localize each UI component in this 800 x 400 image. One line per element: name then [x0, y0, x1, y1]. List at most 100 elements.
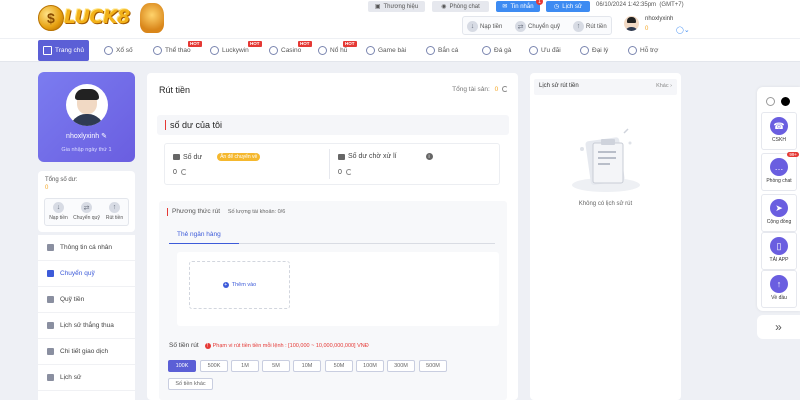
refresh-icon[interactable]: [502, 86, 508, 92]
brand-button[interactable]: ▣ Thương hiệu: [368, 1, 425, 12]
divider: [329, 149, 330, 179]
transfer-button[interactable]: ⇄ Chuyển quỹ: [515, 20, 560, 33]
cards-icon: [366, 46, 375, 55]
nav-luckywin[interactable]: Luckywin: [210, 39, 249, 62]
empty-document-icon: [572, 128, 640, 192]
back-to-top-button[interactable]: ↑ Về đầu: [761, 270, 797, 308]
amount-chip-500k[interactable]: 500K: [200, 360, 228, 372]
fund-icon: [47, 296, 54, 303]
quick-transfer-button[interactable]: ⇄ Chuyển quỹ: [73, 202, 100, 221]
join-day-text: Gia nhập ngày thứ 1: [61, 147, 112, 153]
amount-chip-500m[interactable]: 500M: [419, 360, 447, 372]
download-app-button[interactable]: ▯ TẢI APP: [761, 232, 797, 270]
total-assets-value: 0: [494, 86, 499, 93]
plus-icon: +: [222, 282, 229, 288]
luckywin-icon: [210, 46, 219, 55]
hot-badge: HOT: [188, 41, 202, 47]
empty-history-text: Không có lịch sử rút: [578, 201, 633, 207]
amount-chip-50m[interactable]: 50M: [325, 360, 353, 372]
sidebar-item-transactions[interactable]: Chi tiết giao dịch: [38, 339, 135, 365]
lion-mascot-icon: [140, 3, 164, 33]
sidebar-item-profile[interactable]: Thông tin cá nhân: [38, 235, 135, 261]
sidebar-item-history[interactable]: Lịch sử: [38, 365, 135, 391]
logo[interactable]: LUCK8: [36, 3, 164, 35]
total-assets: Tổng tài sản: 0: [452, 86, 508, 93]
user-menu-chevron-icon[interactable]: ◯⌄: [676, 26, 690, 34]
add-bank-card-button[interactable]: + Thêm vào: [189, 261, 290, 309]
coin-logo-icon: [38, 5, 64, 31]
nav-support[interactable]: Hỗ trợ: [628, 39, 658, 62]
withdraw-method-title: Phương thức rút: [172, 208, 221, 215]
nav-promotions[interactable]: Ưu đãi: [529, 39, 561, 62]
withdraw-amount-label: Số tiền rút: [169, 342, 199, 349]
account-actions: ↓ Nạp tiền ⇄ Chuyển quỹ ↑ Rút tiền: [462, 16, 612, 35]
history-button[interactable]: ◷ Lịch sử: [546, 1, 590, 12]
nav-lottery[interactable]: Xổ số: [104, 39, 133, 62]
info-icon[interactable]: i: [425, 153, 433, 160]
nav-agent[interactable]: Đại lý: [580, 39, 608, 62]
history-icon: [47, 374, 54, 381]
withdraw-icon: ↑: [109, 202, 120, 213]
total-balance-label: Tổng số dư:: [45, 177, 78, 183]
avatar[interactable]: [66, 84, 108, 126]
tab-bank-card[interactable]: Thẻ ngân hàng: [177, 231, 221, 238]
refresh-icon[interactable]: [345, 169, 352, 175]
my-balance-header: số dư của tôi: [157, 115, 509, 135]
message-count-badge: 1: [536, 0, 543, 5]
nav-fishing[interactable]: Bắn cá: [426, 39, 458, 62]
transfer-icon: [47, 270, 54, 277]
list-icon: [47, 348, 54, 355]
quick-actions: ↓ Nạp tiền ⇄ Chuyển quỹ ↑ Rút tiền: [44, 198, 129, 226]
amount-chip-5m[interactable]: 5M: [262, 360, 290, 372]
transfer-icon: ⇄: [515, 21, 526, 32]
amount-chip-300m[interactable]: 300M: [387, 360, 415, 372]
wallet-icon: [173, 154, 180, 160]
sidebar-item-fund[interactable]: Quỹ tiền: [38, 287, 135, 313]
community-button[interactable]: ➤ Cộng đồng: [761, 194, 797, 232]
deposit-button[interactable]: ↓ Nạp tiền: [467, 20, 502, 33]
nav-sports[interactable]: Thể thao: [153, 39, 191, 62]
other-amount-chip[interactable]: Số tiền khác: [168, 378, 213, 390]
transfer-icon: ⇄: [81, 202, 92, 213]
nav-home[interactable]: Trang chủ: [38, 40, 90, 61]
quick-withdraw-button[interactable]: ↑ Rút tiền: [101, 202, 128, 221]
edit-pencil-icon[interactable]: ✎: [101, 133, 107, 140]
chat-icon: …: [770, 158, 788, 176]
side-menu: Thông tin cá nhân Chuyển quỹ Quỹ tiền Lị…: [38, 235, 135, 400]
nav-casino[interactable]: Casino: [269, 39, 301, 62]
balance-label: Số dư: [183, 153, 203, 161]
transfer-back-button[interactable]: Ấn để chuyển về: [217, 153, 261, 161]
nav-card-games[interactable]: Game bài: [366, 39, 406, 62]
chat-room-float-button[interactable]: … Phòng chat 99+: [761, 152, 799, 191]
rooster-icon: [482, 46, 491, 55]
hot-badge: HOT: [248, 41, 262, 47]
sidebar-item-transfer[interactable]: Chuyển quỹ: [38, 261, 135, 287]
history-icon: ◷: [554, 4, 560, 10]
fish-icon: [426, 46, 435, 55]
withdraw-button[interactable]: ↑ Rút tiền: [573, 20, 607, 33]
refresh-icon[interactable]: [180, 169, 187, 175]
telegram-icon: ➤: [770, 199, 788, 217]
bank-count-value: 0/6: [277, 209, 286, 215]
customer-support-button[interactable]: ☎ CSKH: [761, 112, 797, 150]
sidebar-item-win-loss[interactable]: Lịch sử thắng thua: [38, 313, 135, 339]
amount-chip-100m[interactable]: 100M: [356, 360, 384, 372]
history-filter-dropdown[interactable]: Khác ›: [656, 83, 672, 89]
amount-chip-10m[interactable]: 10M: [293, 360, 321, 372]
light-theme-toggle[interactable]: [766, 97, 775, 106]
messages-button[interactable]: ✉ Tin nhắn 1: [496, 0, 543, 12]
avatar[interactable]: [624, 16, 639, 31]
dark-theme-toggle[interactable]: [781, 97, 790, 106]
support-icon: ☎: [770, 117, 788, 135]
chat-room-button[interactable]: ◉ Phòng chat: [432, 1, 489, 12]
user-icon: [47, 244, 54, 251]
amount-chip-1m[interactable]: 1M: [231, 360, 259, 372]
slot-machine-icon: [318, 46, 327, 55]
building-icon: ▣: [374, 4, 381, 10]
soccer-ball-icon: [153, 46, 162, 55]
quick-deposit-button[interactable]: ↓ Nạp tiền: [45, 202, 72, 221]
withdraw-panel: Rút tiền Tổng tài sản: 0 số dư của tôi S…: [147, 73, 518, 400]
amount-chip-100k[interactable]: 100K: [168, 360, 196, 372]
nav-cockfight[interactable]: Đá gà: [482, 39, 511, 62]
collapse-toolbar-button[interactable]: »: [757, 315, 800, 339]
